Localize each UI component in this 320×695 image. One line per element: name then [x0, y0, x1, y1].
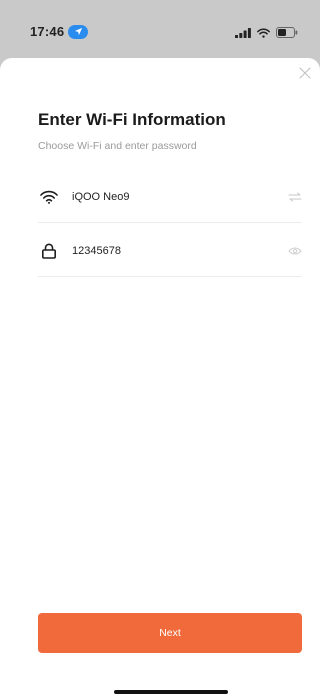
home-indicator: [114, 690, 228, 694]
page-title: Enter Wi-Fi Information: [38, 110, 226, 129]
location-arrow-icon: [68, 24, 89, 39]
status-time: 17:46: [30, 24, 65, 39]
next-button[interactable]: Next: [38, 613, 302, 653]
wifi-network-name: iQOO Neo9: [72, 191, 130, 203]
wifi-icon: [38, 190, 60, 204]
wifi-network-field[interactable]: iQOO Neo9: [38, 172, 302, 223]
battery-icon: [276, 25, 298, 43]
cellular-signal-icon: [235, 25, 251, 43]
status-bar: 17:46: [0, 0, 320, 58]
lock-icon: [38, 243, 60, 259]
password-field[interactable]: 12345678: [38, 226, 302, 277]
eye-icon[interactable]: [284, 246, 302, 256]
wifi-icon: [257, 25, 270, 43]
page-subtitle: Choose Wi-Fi and enter password: [38, 140, 197, 152]
switch-network-icon[interactable]: [284, 192, 302, 202]
status-time-group: 17:46: [30, 24, 89, 39]
password-value: 12345678: [72, 245, 121, 257]
wifi-info-sheet: Enter Wi-Fi Information Choose Wi-Fi and…: [0, 58, 320, 695]
status-icons: [235, 25, 298, 43]
close-icon[interactable]: [298, 66, 312, 80]
next-button-label: Next: [159, 627, 181, 639]
